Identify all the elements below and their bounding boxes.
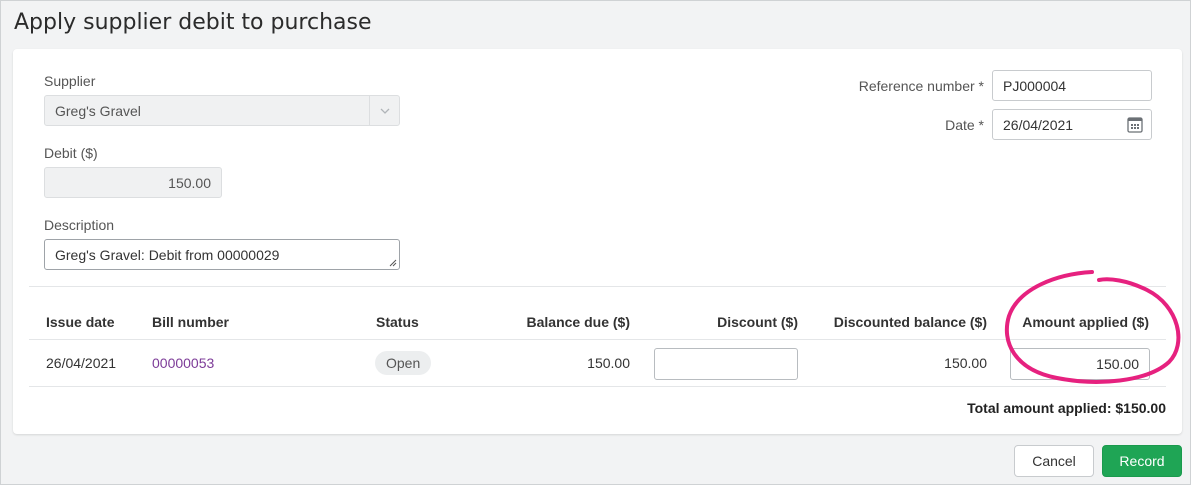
reference-number-input[interactable]: PJ000004 (992, 70, 1152, 101)
column-header-amount-applied: Amount applied ($) (1022, 314, 1149, 330)
discounted-balance-cell: 150.00 (944, 355, 987, 371)
column-header-discounted-balance: Discounted balance ($) (833, 314, 987, 330)
table-header-divider (29, 339, 1166, 340)
description-field[interactable]: Greg's Gravel: Debit from 00000029 (44, 239, 400, 270)
description-value: Greg's Gravel: Debit from 00000029 (55, 246, 280, 263)
form-card: Supplier Greg's Gravel Debit ($) 150.00 … (13, 49, 1182, 434)
section-divider (29, 286, 1166, 287)
balance-due-cell: 150.00 (587, 355, 630, 371)
column-header-issue-date: Issue date (46, 314, 115, 330)
column-header-balance-due: Balance due ($) (526, 314, 630, 330)
debit-label: Debit ($) (44, 145, 98, 161)
debit-field[interactable]: 150.00 (44, 167, 222, 198)
reference-number-value: PJ000004 (1003, 77, 1067, 94)
total-amount-applied: Total amount applied: $150.00 (967, 400, 1166, 416)
chevron-down-icon (380, 108, 389, 114)
status-badge: Open (375, 351, 432, 375)
reference-number-label: Reference number * (858, 78, 984, 94)
calendar-icon[interactable] (1127, 116, 1143, 133)
issue-date-cell: 26/04/2021 (46, 355, 117, 371)
amount-applied-value: 150.00 (1096, 356, 1139, 372)
date-value: 26/04/2021 (1003, 116, 1074, 133)
resize-grip-icon[interactable] (389, 259, 397, 267)
cancel-button[interactable]: Cancel (1014, 445, 1094, 477)
debit-value: 150.00 (168, 174, 211, 191)
column-header-bill-number: Bill number (152, 314, 230, 330)
discount-input[interactable] (654, 348, 798, 380)
record-button[interactable]: Record (1102, 445, 1182, 477)
column-header-status: Status (376, 314, 419, 330)
supplier-select[interactable]: Greg's Gravel (44, 95, 400, 126)
supplier-value: Greg's Gravel (55, 102, 141, 119)
bill-number-link[interactable]: 00000053 (152, 355, 214, 371)
description-label: Description (44, 217, 115, 233)
page-title: Apply supplier debit to purchase (14, 10, 372, 35)
amount-applied-input[interactable]: 150.00 (1010, 348, 1150, 380)
supplier-label: Supplier (44, 73, 96, 89)
table-row-divider (29, 386, 1166, 387)
date-input[interactable]: 26/04/2021 (992, 109, 1152, 140)
column-header-discount: Discount ($) (717, 314, 798, 330)
date-label: Date * (945, 117, 984, 133)
supplier-dropdown-toggle[interactable] (369, 96, 399, 125)
